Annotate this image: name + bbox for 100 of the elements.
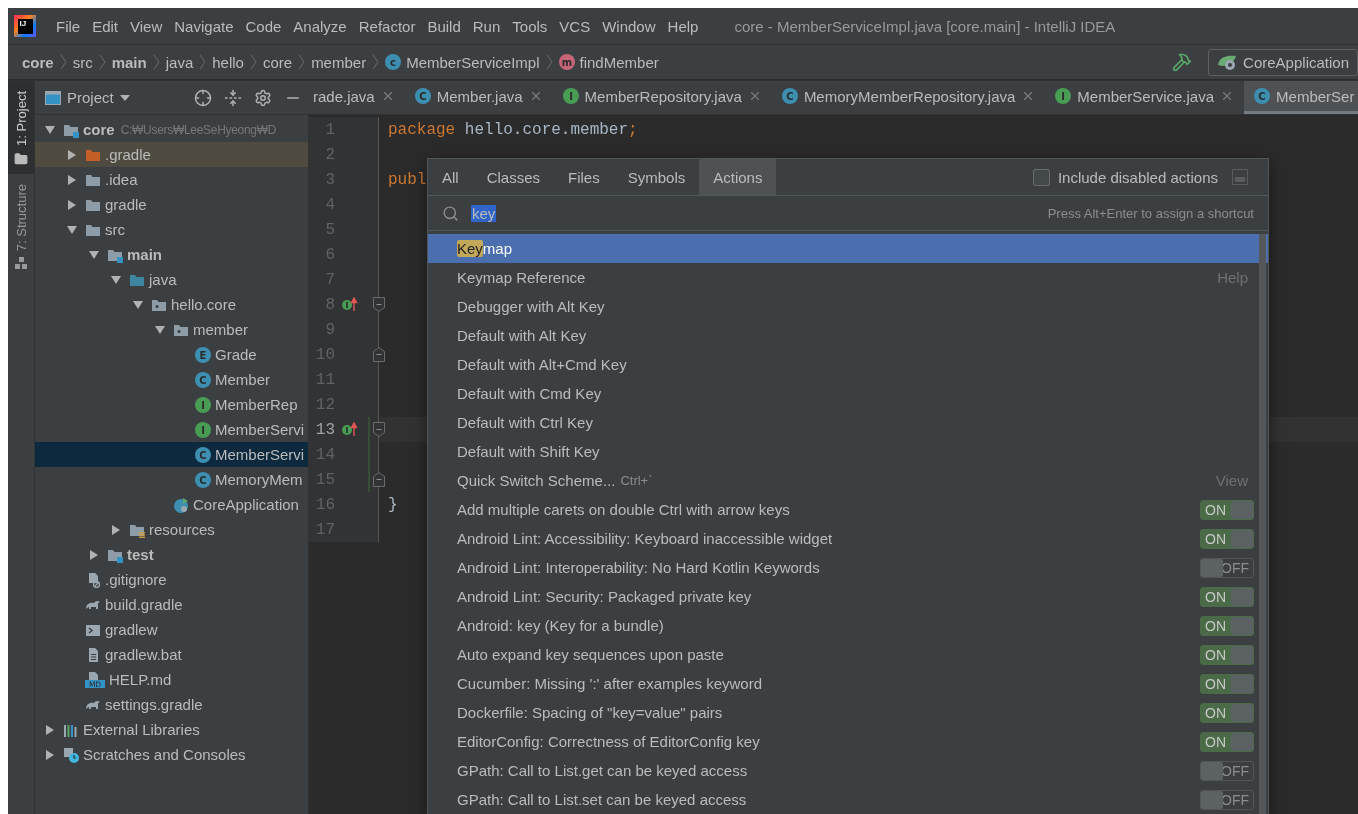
fold-icon[interactable] xyxy=(373,347,385,362)
tree-item[interactable]: I MemberRep xyxy=(35,392,308,417)
caret-right-icon[interactable] xyxy=(67,174,77,185)
tree-item[interactable]: External Libraries xyxy=(35,717,308,742)
tree-item[interactable]: test xyxy=(35,542,308,567)
caret-down-icon[interactable] xyxy=(133,299,143,310)
menu-item[interactable]: File xyxy=(50,13,87,39)
editor-tab[interactable]: C MemberSer xyxy=(1244,81,1358,114)
tree-item[interactable]: I MemberServi xyxy=(35,417,308,442)
tool-window-button[interactable]: 1: Project xyxy=(8,81,34,174)
result-item[interactable]: Default with Cmd Key xyxy=(428,379,1268,408)
tree-item[interactable]: .gitignore xyxy=(35,567,308,592)
tree-item[interactable]: E Grade xyxy=(35,342,308,367)
popup-tab[interactable]: Symbols xyxy=(613,159,700,196)
search-field[interactable]: key xyxy=(471,204,1036,222)
tree-item[interactable]: gradlew.bat xyxy=(35,642,308,667)
result-item[interactable]: Add multiple carets on double Ctrl with arrow keys ON xyxy=(428,495,1268,524)
tree-item[interactable]: src xyxy=(35,217,308,242)
caret-right-icon[interactable] xyxy=(45,724,55,735)
menu-item[interactable]: Refactor xyxy=(352,13,422,39)
tree-item[interactable]: C MemberServi xyxy=(35,442,308,467)
menu-item[interactable]: View xyxy=(124,13,169,39)
breadcrumb[interactable]: core xyxy=(262,53,293,71)
tree-item[interactable]: .gradle xyxy=(35,142,308,167)
toggle-switch[interactable]: ON xyxy=(1200,528,1254,549)
result-item[interactable]: Android: key (Key for a bundle) ON xyxy=(428,611,1268,640)
caret-right-icon[interactable] xyxy=(89,549,99,560)
toggle-switch[interactable]: ON xyxy=(1200,731,1254,752)
editor-tab[interactable]: I MemberRepository.java xyxy=(552,81,772,114)
breadcrumb[interactable]: src xyxy=(72,53,93,71)
menu-item[interactable]: Analyze xyxy=(287,13,353,39)
popup-tab[interactable]: Files xyxy=(554,159,614,196)
toggle-switch[interactable]: ON xyxy=(1200,644,1254,665)
toggle-switch[interactable]: ON xyxy=(1200,615,1254,636)
menu-item[interactable]: Code xyxy=(239,13,288,39)
collapse-all-icon[interactable] xyxy=(224,88,242,107)
result-item[interactable]: Auto expand key sequences upon paste ON xyxy=(428,640,1268,669)
caret-down-icon[interactable] xyxy=(89,249,99,260)
result-item[interactable]: Default with Alt Key xyxy=(428,321,1268,350)
caret-right-icon[interactable] xyxy=(67,149,77,160)
tree-item[interactable]: gradlew xyxy=(35,617,308,642)
caret-down-icon[interactable] xyxy=(67,224,77,235)
result-item[interactable]: Default with Shift Key xyxy=(428,437,1268,466)
popup-tab[interactable]: Actions xyxy=(699,159,777,196)
toggle-switch[interactable]: ON xyxy=(1200,586,1254,607)
breadcrumb[interactable]: java xyxy=(165,53,194,71)
tree-item[interactable]: Scratches and Consoles xyxy=(35,742,308,767)
popup-tab[interactable]: Classes xyxy=(472,159,555,196)
caret-down-icon[interactable] xyxy=(111,274,121,285)
fold-icon[interactable] xyxy=(373,472,385,487)
menu-item[interactable]: Build xyxy=(421,13,467,39)
tree-item[interactable]: settings.gradle xyxy=(35,692,308,717)
settings-icon[interactable] xyxy=(254,88,272,107)
menu-item[interactable]: Run xyxy=(466,13,507,39)
tool-window-button[interactable]: 7: Structure xyxy=(8,173,34,278)
popup-tab[interactable]: All xyxy=(428,159,473,196)
result-item[interactable]: Android Lint: Accessibility: Keyboard inaccessible widget ON xyxy=(428,524,1268,553)
locate-icon[interactable] xyxy=(194,88,212,107)
tree-item[interactable]: java xyxy=(35,267,308,292)
toggle-switch[interactable]: ON xyxy=(1200,499,1254,520)
breadcrumb[interactable]: m findMember xyxy=(558,53,659,71)
tree-item[interactable]: member xyxy=(35,317,308,342)
breadcrumb[interactable]: hello xyxy=(212,53,244,71)
checkbox-label[interactable]: Include disabled actions xyxy=(1057,168,1218,186)
tree-item[interactable]: resources xyxy=(35,517,308,542)
tree-item[interactable]: C Member xyxy=(35,367,308,392)
result-item[interactable]: Default with Ctrl Key xyxy=(428,408,1268,437)
breadcrumb[interactable]: core xyxy=(22,53,54,71)
fold-icon[interactable] xyxy=(373,297,385,312)
result-item[interactable]: Default with Alt+Cmd Key xyxy=(428,350,1268,379)
menu-item[interactable]: Navigate xyxy=(168,13,240,39)
result-item[interactable]: Debugger with Alt Key xyxy=(428,292,1268,321)
panel-title[interactable]: Project xyxy=(67,89,114,106)
menu-item[interactable]: Edit xyxy=(86,13,125,39)
tree-item[interactable]: .idea xyxy=(35,167,308,192)
tree-item[interactable]: C MemoryMem xyxy=(35,467,308,492)
tree-item[interactable]: build.gradle xyxy=(35,592,308,617)
caret-down-icon[interactable] xyxy=(45,124,55,135)
menu-item[interactable]: Window xyxy=(596,13,662,39)
caret-right-icon[interactable] xyxy=(67,199,77,210)
dropdown-caret-icon[interactable] xyxy=(119,94,130,101)
toggle-switch[interactable]: ON xyxy=(1200,673,1254,694)
editor-tab[interactable]: I MemberService.java xyxy=(1045,81,1245,114)
menu-item[interactable]: Help xyxy=(661,13,705,39)
tree-item[interactable]: main xyxy=(35,242,308,267)
editor-tab[interactable]: rade.java xyxy=(303,81,405,114)
tree-item[interactable]: CoreApplication xyxy=(35,492,308,517)
caret-right-icon[interactable] xyxy=(111,524,121,535)
editor-tab[interactable]: C MemoryMemberRepository.java xyxy=(771,81,1046,114)
menu-item[interactable]: Tools xyxy=(506,13,554,39)
editor-tab[interactable]: C Member.java xyxy=(404,81,553,114)
result-item[interactable]: Android Lint: Security: Packaged private key ON xyxy=(428,582,1268,611)
caret-right-icon[interactable] xyxy=(45,749,55,760)
breadcrumb[interactable]: member xyxy=(311,53,367,71)
caret-down-icon[interactable] xyxy=(155,324,165,335)
tree-item[interactable]: hello.core xyxy=(35,292,308,317)
breadcrumb[interactable]: main xyxy=(111,53,147,71)
run-configuration-button[interactable]: CoreApplication xyxy=(1208,48,1358,76)
result-item[interactable]: Cucumber: Missing ':' after examples keyword ON xyxy=(428,669,1268,698)
tree-item[interactable]: core C:₩Users₩LeeSeHyeong₩D xyxy=(35,117,308,142)
